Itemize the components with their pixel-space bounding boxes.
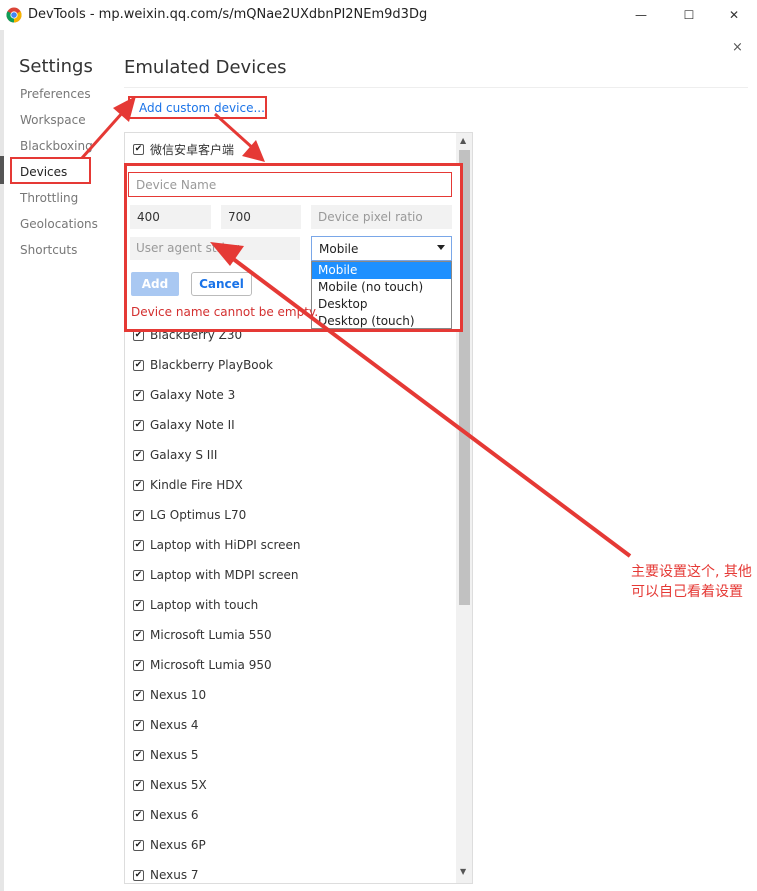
annotation-text: 主要设置这个, 其他可以自己看着设置 <box>631 564 752 600</box>
arrow-to-editor <box>213 112 257 152</box>
arrow-to-user-agent <box>230 256 632 558</box>
arrow-to-add-button <box>80 111 125 159</box>
annotation-arrows <box>80 96 632 558</box>
